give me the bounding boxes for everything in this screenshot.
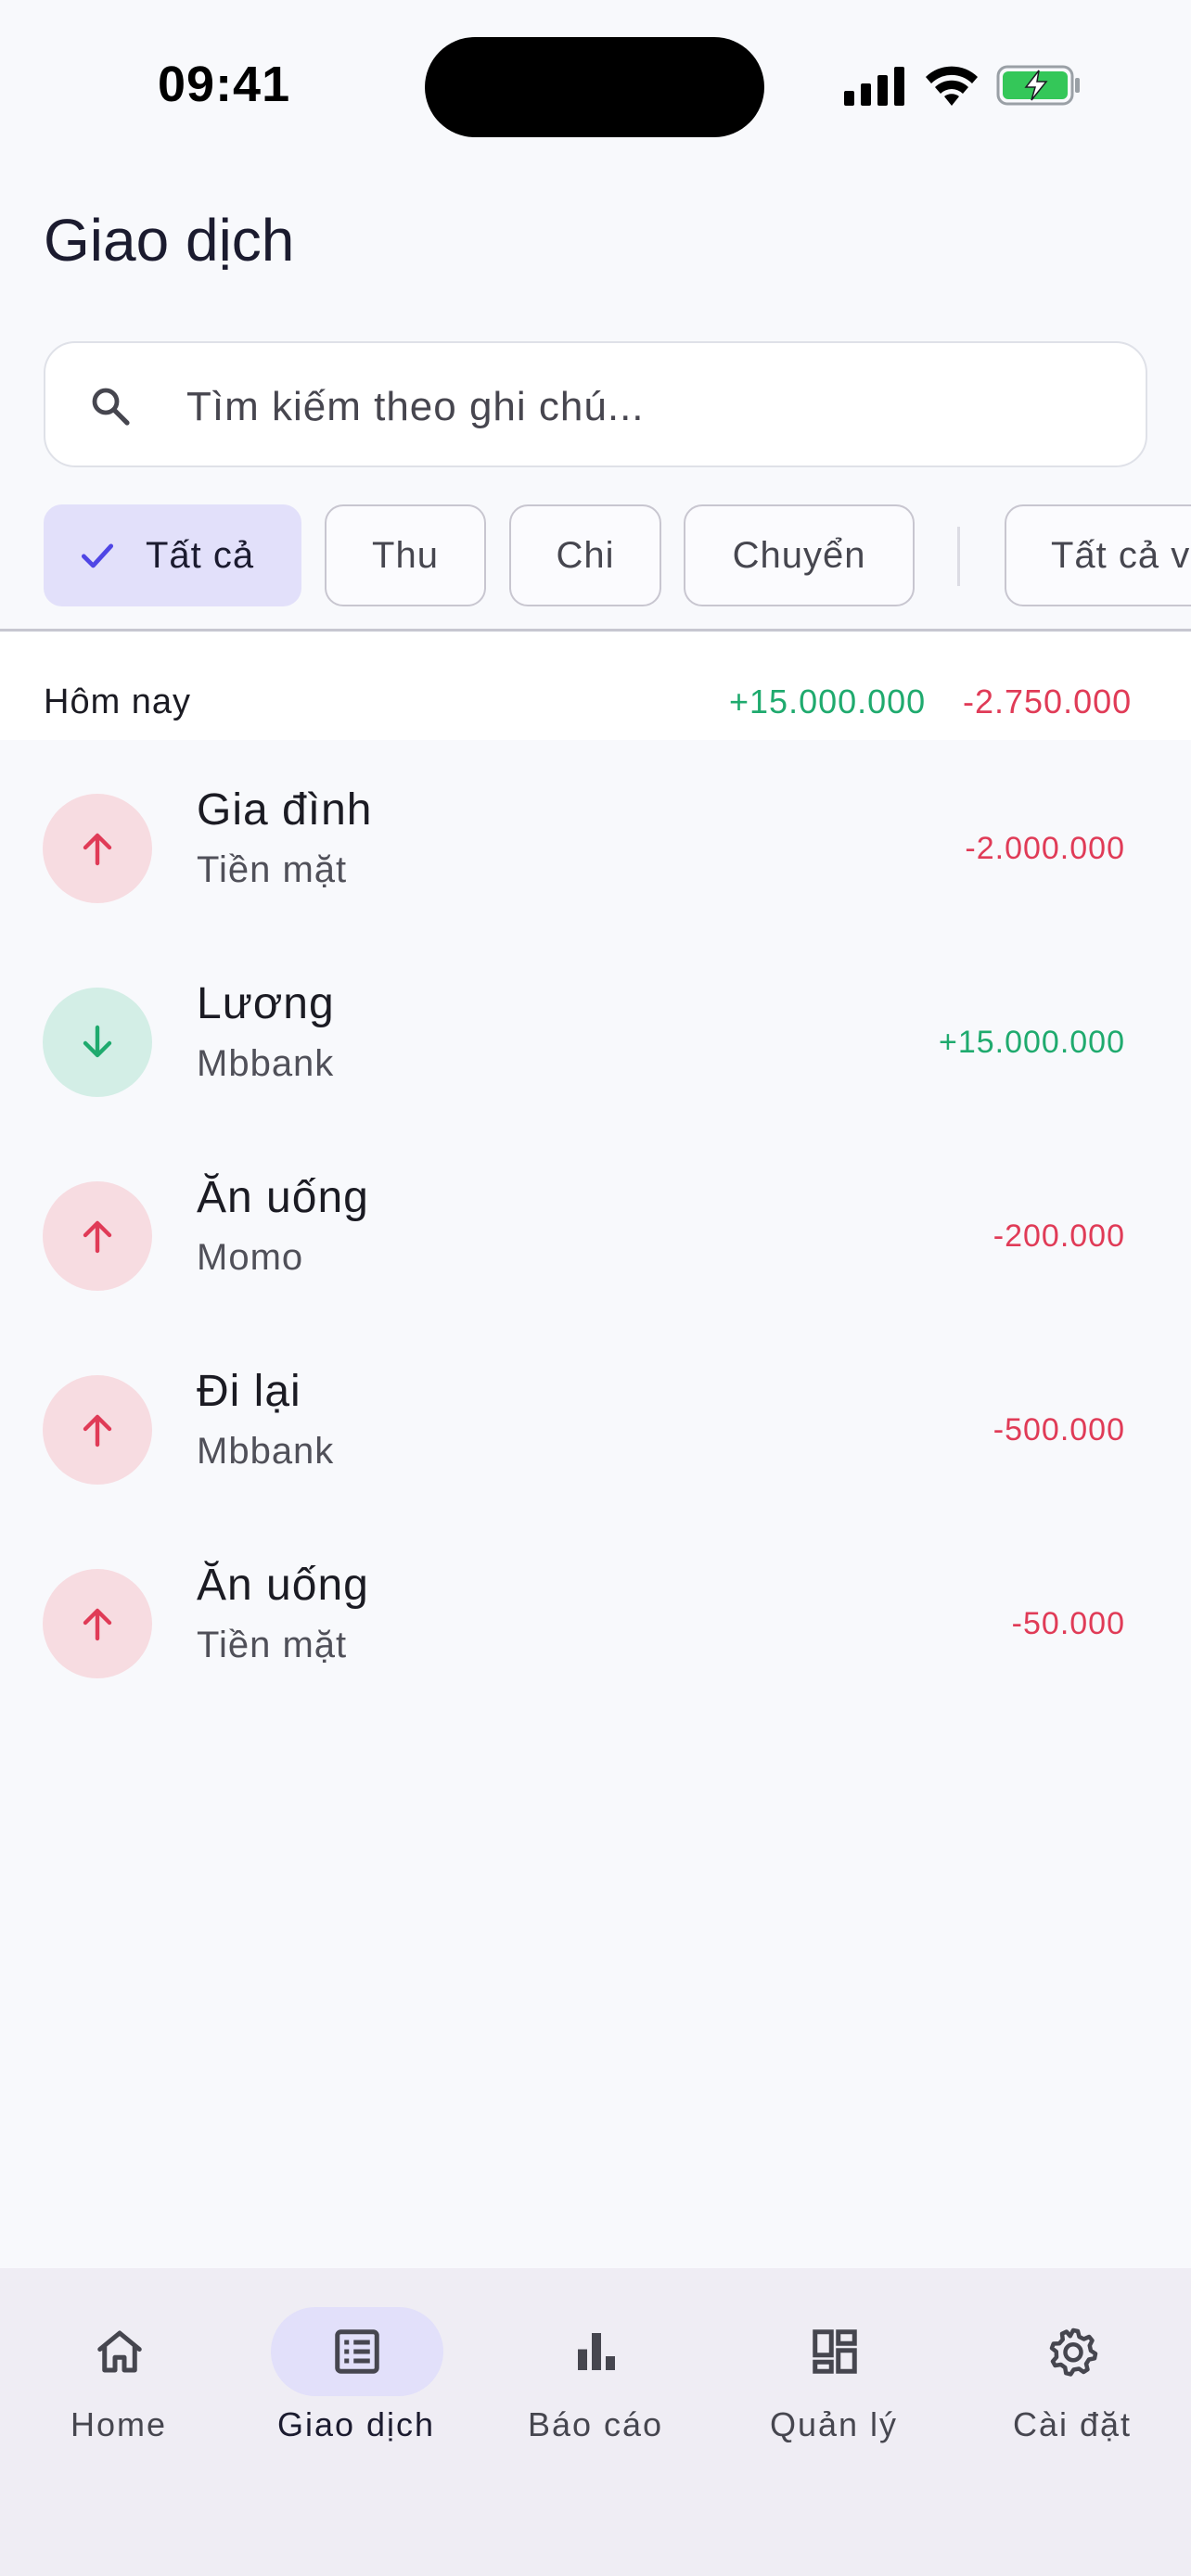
transaction-amount: -200.000 — [992, 1218, 1125, 1254]
transaction-account: Mbbank — [197, 1431, 335, 1472]
day-label: Hôm nay — [44, 682, 192, 721]
nav-label: Giao dịch — [276, 2405, 436, 2443]
list-icon — [335, 2329, 379, 2374]
transaction-row[interactable]: Gia đình Tiền mặt -2.000.000 — [0, 740, 1191, 934]
transaction-amount: +15.000.000 — [938, 1025, 1125, 1060]
bar-chart-icon — [578, 2333, 615, 2370]
filter-chip-label: Thu — [372, 534, 439, 576]
page-title: Giao dịch — [44, 207, 295, 274]
day-group-header: Hôm nay +15.000.000 -2.750.000 — [0, 632, 1191, 740]
transaction-amount: -50.000 — [1011, 1606, 1125, 1641]
bottom-navigation-bar: Home Giao dịch Báo cáo Quản lý Cài đặt — [0, 2268, 1191, 2576]
home-icon — [97, 2330, 142, 2373]
filter-chip-income[interactable]: Thu — [325, 504, 486, 606]
nav-label: Home — [70, 2405, 168, 2443]
filter-chip-expense[interactable]: Chi — [509, 504, 661, 606]
transaction-type-avatar — [43, 1181, 152, 1291]
filter-chip-label: Chi — [556, 534, 615, 576]
filter-chip-label: Chuyển — [732, 534, 866, 576]
transaction-type-avatar — [43, 988, 152, 1097]
nav-item-home[interactable]: Home — [0, 2268, 237, 2491]
filter-chip-account[interactable]: Tất cả v — [1005, 504, 1191, 606]
check-icon — [81, 543, 114, 568]
wifi-icon — [926, 66, 978, 106]
search-input[interactable]: Tìm kiếm theo ghi chú... — [44, 341, 1147, 467]
transaction-account: Tiền mặt — [197, 849, 348, 890]
search-placeholder: Tìm kiếm theo ghi chú... — [186, 384, 645, 429]
nav-item-manage[interactable]: Quản lý — [715, 2268, 953, 2491]
nav-item-reports[interactable]: Báo cáo — [477, 2268, 714, 2491]
transaction-category: Ăn uống — [197, 1173, 369, 1222]
day-income-total: +15.000.000 — [729, 682, 927, 721]
search-icon — [92, 388, 130, 426]
day-expense-total: -2.750.000 — [963, 682, 1133, 721]
transaction-type-avatar — [43, 1375, 152, 1485]
filter-chip-all[interactable]: Tất cả — [44, 504, 301, 606]
gear-icon — [1049, 2327, 1098, 2377]
divider — [0, 629, 1191, 631]
status-time: 09:41 — [158, 57, 291, 112]
nav-label: Cài đặt — [1012, 2405, 1133, 2443]
transaction-category: Đi lại — [197, 1367, 301, 1416]
transaction-row[interactable]: Ăn uống Tiền mặt -50.000 — [0, 1515, 1191, 1709]
nav-label: Quản lý — [769, 2405, 899, 2443]
cellular-signal-icon — [844, 67, 904, 106]
battery-charging-icon — [996, 65, 1080, 106]
arrow-down-icon — [83, 1025, 112, 1058]
dynamic-island — [425, 37, 764, 137]
filter-chip-label: Tất cả v — [1051, 534, 1191, 576]
transaction-row[interactable]: Ăn uống Momo -200.000 — [0, 1128, 1191, 1321]
transaction-type-avatar — [43, 1569, 152, 1678]
arrow-up-icon — [83, 1608, 112, 1641]
transaction-account: Mbbank — [197, 1043, 335, 1084]
chip-divider — [957, 527, 960, 586]
transaction-row[interactable]: Lương Mbbank +15.000.000 — [0, 934, 1191, 1128]
filter-chip-row: Tất cả Thu Chi Chuyển Tất cả v — [0, 504, 1191, 606]
transaction-account: Tiền mặt — [197, 1625, 348, 1665]
transaction-category: Ăn uống — [197, 1561, 369, 1610]
transaction-account: Momo — [197, 1237, 304, 1278]
transaction-type-avatar — [43, 794, 152, 903]
nav-item-transactions[interactable]: Giao dịch — [237, 2268, 475, 2491]
filter-chip-label: Tất cả — [146, 534, 255, 576]
transaction-row[interactable]: Đi lại Mbbank -500.000 — [0, 1321, 1191, 1515]
arrow-up-icon — [83, 833, 112, 866]
transaction-category: Gia đình — [197, 785, 373, 835]
transaction-category: Lương — [197, 979, 335, 1028]
transaction-amount: -2.000.000 — [965, 831, 1125, 866]
arrow-up-icon — [83, 1414, 112, 1447]
transaction-amount: -500.000 — [992, 1412, 1125, 1447]
status-bar: 09:41 — [0, 0, 1191, 167]
arrow-up-icon — [83, 1220, 112, 1254]
dashboard-icon — [813, 2329, 857, 2374]
nav-item-settings[interactable]: Cài đặt — [954, 2268, 1191, 2491]
nav-label: Báo cáo — [527, 2405, 664, 2443]
filter-chip-transfer[interactable]: Chuyển — [684, 504, 915, 606]
